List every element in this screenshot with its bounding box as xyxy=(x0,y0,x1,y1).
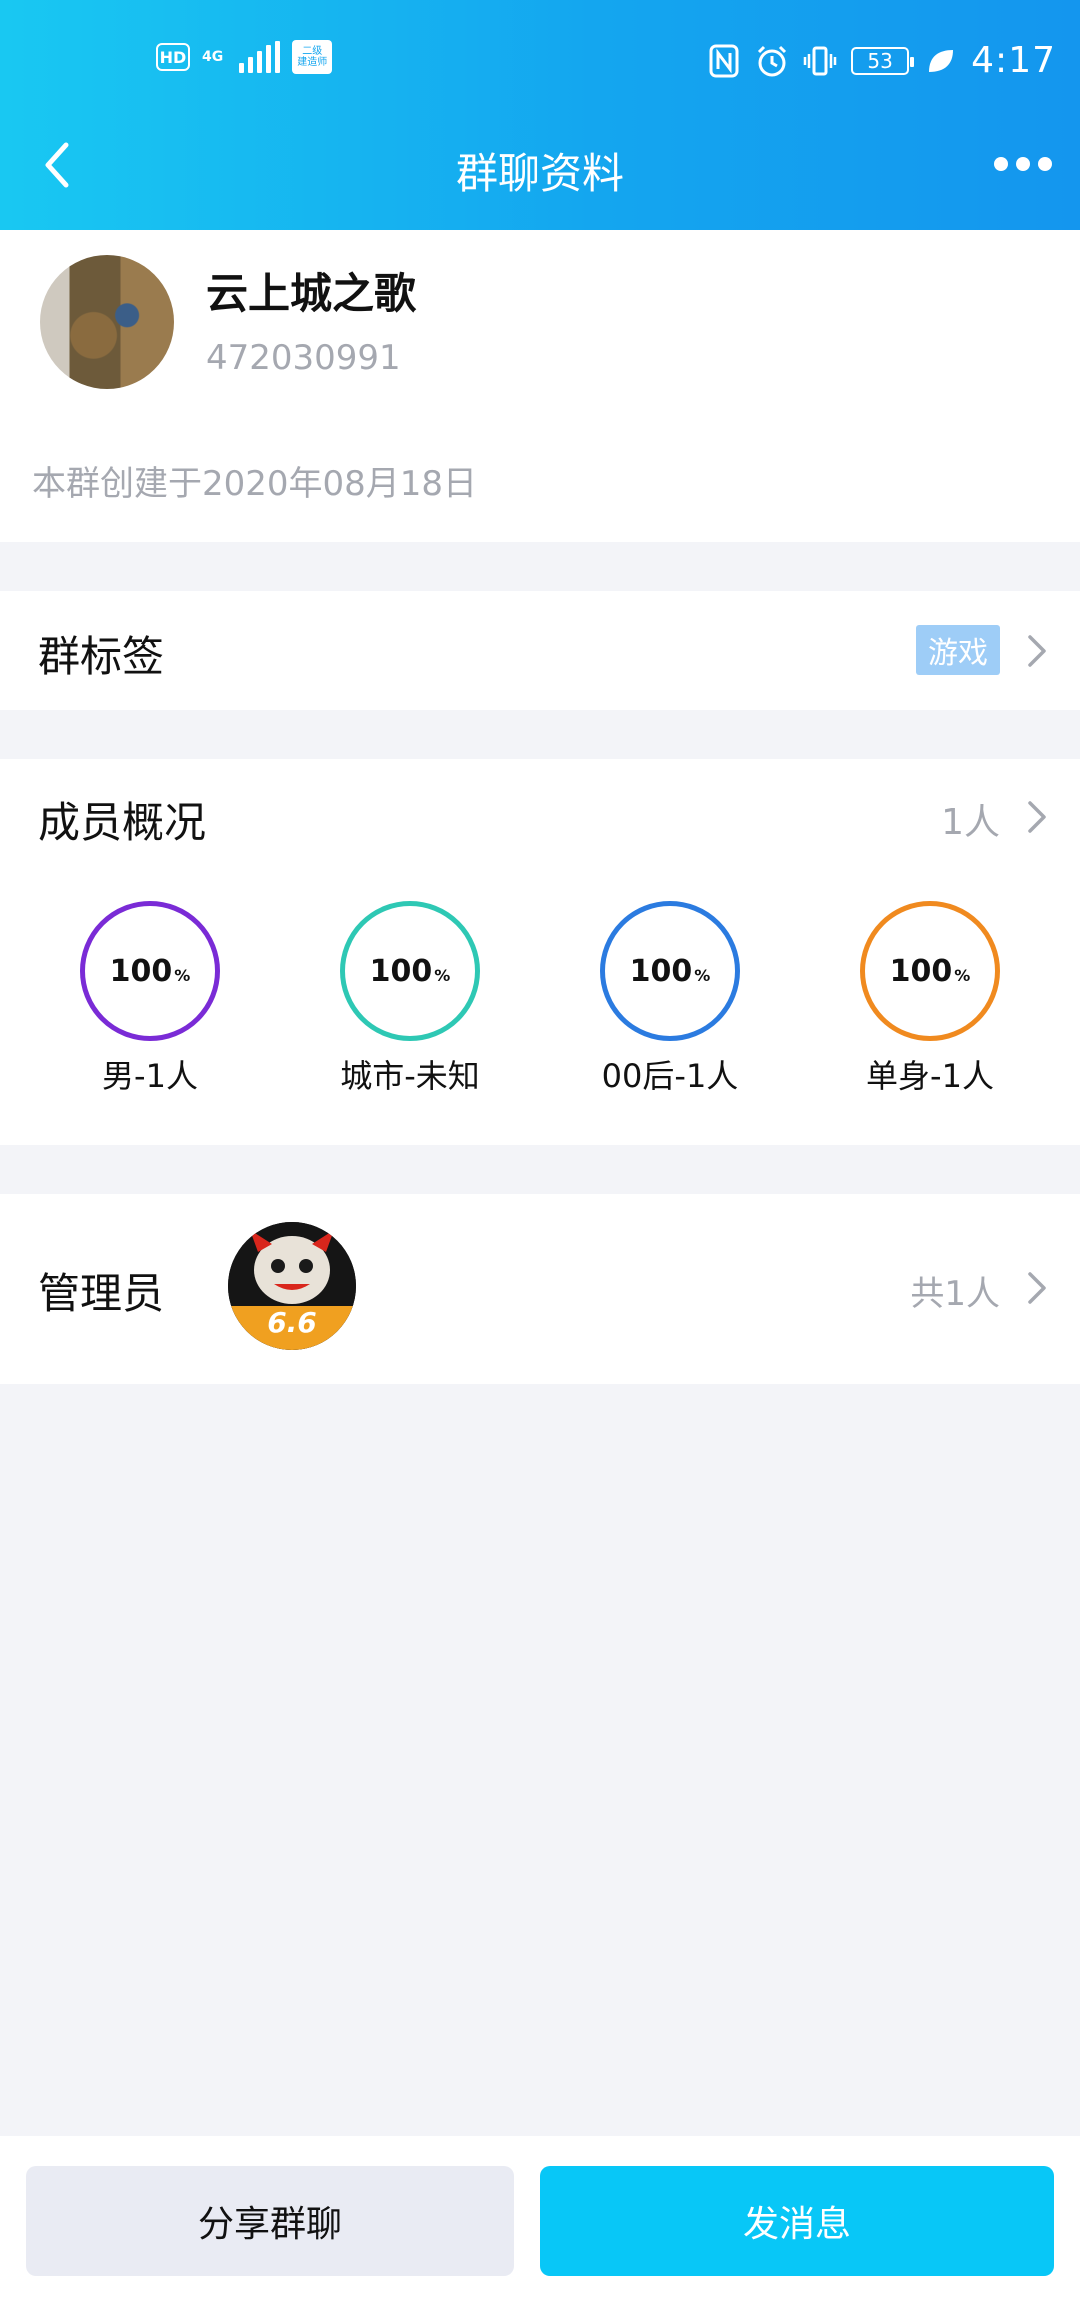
page-title: 群聊资料 xyxy=(455,149,624,198)
ring-value: 100 xyxy=(109,953,173,989)
stat-label: 城市-未知 xyxy=(340,1057,480,1095)
admin-count: 共1人 xyxy=(910,1274,1000,1314)
ring-value: 100 xyxy=(889,953,953,989)
status-left: HD 4G 二级 建造师 xyxy=(156,40,333,74)
send-message-button[interactable]: 发消息 xyxy=(540,2166,1054,2276)
tag-chip: 游戏 xyxy=(916,625,1000,675)
relationship-ring: 100% xyxy=(860,901,1000,1041)
member-overview-header[interactable]: 成员概况 1人 xyxy=(0,759,1080,869)
leaf-icon xyxy=(923,44,957,78)
status-right: 53 4:17 xyxy=(707,40,1056,81)
chevron-right-icon xyxy=(1028,635,1046,667)
group-created-date: 本群创建于2020年08月18日 xyxy=(32,464,478,504)
member-overview: 成员概况 1人 100% 男-1人 100% 城市-未知 100% 00后-1人… xyxy=(0,759,1080,1145)
member-count: 1人 xyxy=(941,802,1000,843)
chevron-right-icon xyxy=(1028,1272,1046,1304)
admin-avatar-badge: 6.6 xyxy=(267,1306,317,1339)
stat-age: 100% 00后-1人 xyxy=(570,901,770,1097)
alarm-icon xyxy=(755,44,789,78)
chevron-right-icon xyxy=(1028,801,1046,833)
admin-row[interactable]: 管理员 6.6 共1人 xyxy=(0,1194,1080,1384)
age-ring: 100% xyxy=(600,901,740,1041)
city-ring: 100% xyxy=(340,901,480,1041)
group-name: 云上城之歌 xyxy=(206,269,417,318)
share-group-button[interactable]: 分享群聊 xyxy=(26,2166,514,2276)
app-notification-icon: 二级 建造师 xyxy=(292,40,333,74)
status-bar: HD 4G 二级 建造师 53 4:17 xyxy=(0,0,1080,125)
group-profile-card: 云上城之歌 472030991 本群创建于2020年08月18日 xyxy=(0,230,1080,542)
bottom-action-bar: 分享群聊 发消息 xyxy=(0,2136,1080,2310)
admin-avatar-image: 6.6 xyxy=(228,1222,356,1350)
ring-unit: % xyxy=(694,965,711,985)
admin-label: 管理员 xyxy=(38,1269,165,1318)
gender-ring: 100% xyxy=(80,901,220,1041)
admin-avatar[interactable]: 6.6 xyxy=(228,1222,356,1350)
stat-label: 单身-1人 xyxy=(866,1057,994,1095)
stat-label: 男-1人 xyxy=(102,1057,198,1095)
group-avatar[interactable] xyxy=(40,255,174,389)
clock: 4:17 xyxy=(971,40,1056,81)
vibrate-icon xyxy=(803,44,837,78)
group-id: 472030991 xyxy=(206,338,401,378)
ring-unit: % xyxy=(954,965,971,985)
nfc-icon xyxy=(707,44,741,78)
group-tags-row[interactable]: 群标签 游戏 xyxy=(0,591,1080,710)
network-type: 4G xyxy=(202,49,224,65)
ring-value: 100 xyxy=(369,953,433,989)
more-dot-icon xyxy=(1016,157,1030,171)
ring-value: 100 xyxy=(629,953,693,989)
hd-icon: HD xyxy=(156,43,190,71)
more-button[interactable] xyxy=(994,150,1054,178)
group-profile-page: HD 4G 二级 建造师 53 4:17 群聊资料 云上城之歌 47203099… xyxy=(0,0,1080,2310)
header: HD 4G 二级 建造师 53 4:17 群聊资料 xyxy=(0,0,1080,230)
stat-label: 00后-1人 xyxy=(601,1057,739,1095)
stat-relationship: 100% 单身-1人 xyxy=(830,901,1030,1097)
ring-unit: % xyxy=(174,965,191,985)
more-dot-icon xyxy=(1038,157,1052,171)
member-overview-label: 成员概况 xyxy=(38,798,207,847)
group-tags-label: 群标签 xyxy=(38,632,165,681)
more-dot-icon xyxy=(994,157,1008,171)
stat-city: 100% 城市-未知 xyxy=(310,901,510,1097)
ring-unit: % xyxy=(434,965,451,985)
stat-gender: 100% 男-1人 xyxy=(50,901,250,1097)
battery-icon: 53 xyxy=(851,46,915,75)
signal-icon xyxy=(239,41,281,73)
